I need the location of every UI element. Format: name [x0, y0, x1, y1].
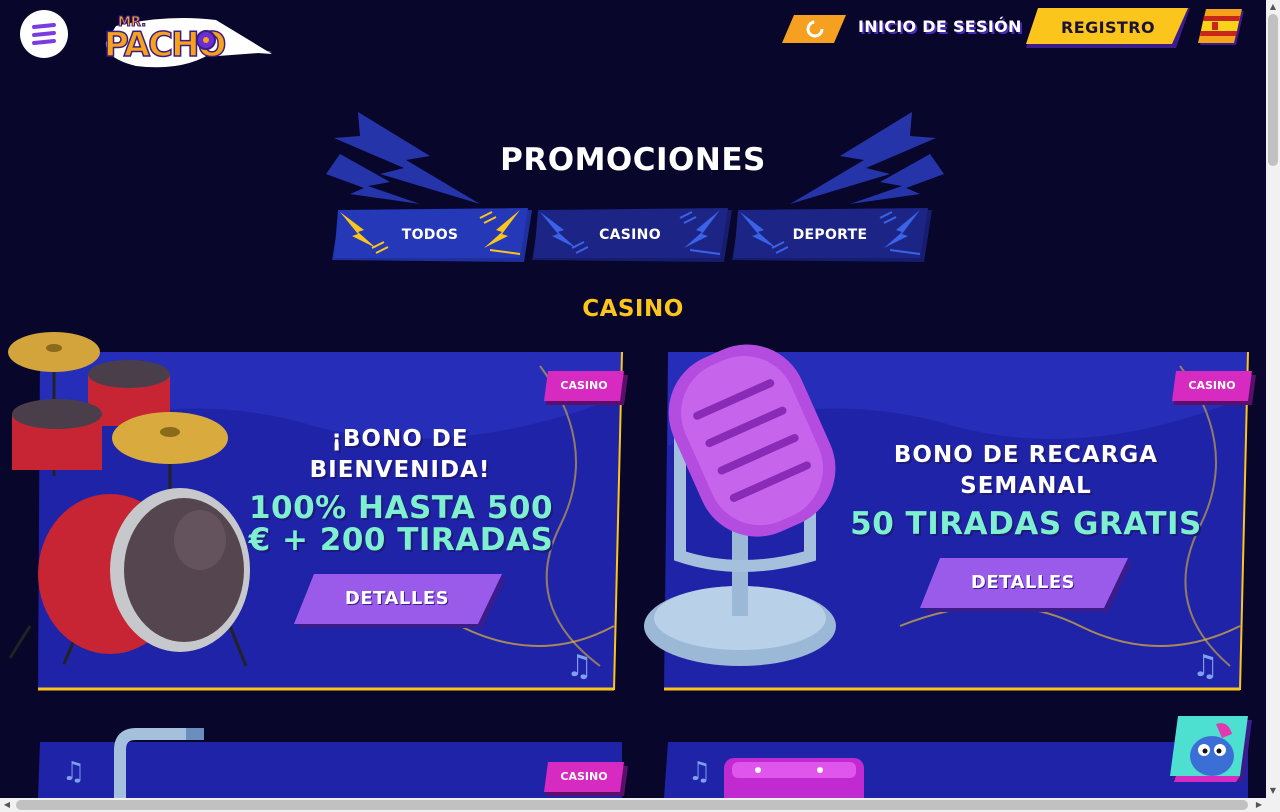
microphone-illustration — [644, 344, 836, 666]
filter-tab-label: CASINO — [599, 227, 661, 243]
filter-tab-label: DEPORTE — [792, 227, 868, 243]
register-label: REGISTRO — [1061, 18, 1155, 37]
vertical-scrollbar-thumb[interactable] — [1268, 14, 1278, 166]
scroll-right-arrow-icon[interactable]: ▶ — [1252, 798, 1266, 812]
promo-tag: CASINO — [544, 762, 628, 796]
promo-tag: CASINO — [1172, 371, 1256, 405]
section-title: CASINO — [582, 296, 684, 322]
promo-tag-label: CASINO — [560, 770, 608, 783]
register-button[interactable]: REGISTRO — [1026, 8, 1190, 48]
promo-offer-line: 50 TIRADAS GRATIS — [850, 506, 1202, 542]
page-title: PROMOCIONES — [500, 142, 766, 178]
filter-tab-casino[interactable]: CASINO — [532, 208, 732, 262]
promo-offer-line: 100% HASTA 500 — [248, 490, 554, 526]
filter-tab-todos[interactable]: TODOS — [332, 208, 532, 262]
promo-title-line: BIENVENIDA! — [309, 457, 491, 483]
hamburger-icon — [32, 23, 56, 45]
promo-tag: CASINO — [544, 371, 628, 405]
promo-title-line: BONO DE RECARGA — [893, 442, 1159, 468]
details-button-label: DETALLES — [970, 572, 1076, 593]
promo-card-bg: ♫ — [38, 728, 622, 798]
scroll-down-arrow-icon[interactable]: ▼ — [1266, 784, 1280, 798]
promo-title-line: ¡BONO DE — [331, 426, 469, 452]
promo-tag-label: CASINO — [560, 379, 608, 392]
promo-tag-label: CASINO — [1188, 379, 1236, 392]
scroll-up-arrow-icon[interactable]: ▲ — [1266, 0, 1280, 14]
promo-card-bg: ♫ — [664, 742, 1248, 798]
promo-title-line: SEMANAL — [960, 473, 1092, 499]
promo-title: ¡BONO DE BIENVENIDA! — [260, 424, 540, 486]
details-button-label: DETALLES — [344, 588, 450, 609]
svg-text:♫: ♫ — [1192, 649, 1219, 684]
mr-pacho-logo[interactable]: MR. PACHO — [96, 6, 272, 74]
promo-offer: 100% HASTA 500 € + 200 TIRADAS — [236, 492, 566, 556]
promo-card: ♫ CASINO — [0, 720, 630, 798]
svg-text:♫: ♫ — [62, 757, 85, 787]
menu-button[interactable] — [20, 10, 68, 58]
drum-kit-illustration — [8, 332, 250, 667]
filter-tab-label: TODOS — [401, 227, 459, 243]
svg-text:♫: ♫ — [566, 649, 593, 684]
promo-card: ♫ — [640, 720, 1260, 798]
promo-offer: 50 TIRADAS GRATIS — [846, 508, 1206, 540]
login-link[interactable]: INICIO DE SESIÓN — [858, 17, 1022, 36]
details-button[interactable]: DETALLES — [920, 558, 1132, 612]
mascot-chat-widget[interactable] — [1170, 716, 1252, 782]
scroll-left-arrow-icon[interactable]: ◀ — [0, 798, 14, 812]
promo-title: BONO DE RECARGA SEMANAL — [866, 440, 1186, 502]
login-icon — [782, 15, 846, 43]
language-selector[interactable] — [1198, 9, 1246, 47]
svg-text:♫: ♫ — [688, 757, 711, 787]
promo-card: ♫ CASINO ¡BONO DE BIENVENIDA! 100% HASTA… — [0, 326, 630, 696]
login-icon-button[interactable] — [782, 14, 846, 44]
horizontal-scrollbar-thumb[interactable] — [16, 800, 1248, 810]
promo-card: ♫ CASINO BONO DE RECARGA SEMANAL 50 TIRA… — [640, 326, 1260, 696]
details-button[interactable]: DETALLES — [294, 574, 506, 628]
spain-flag-icon — [1198, 9, 1244, 45]
promo-offer-line: € + 200 TIRADAS — [248, 522, 554, 558]
filter-tab-deporte[interactable]: DEPORTE — [732, 208, 932, 262]
